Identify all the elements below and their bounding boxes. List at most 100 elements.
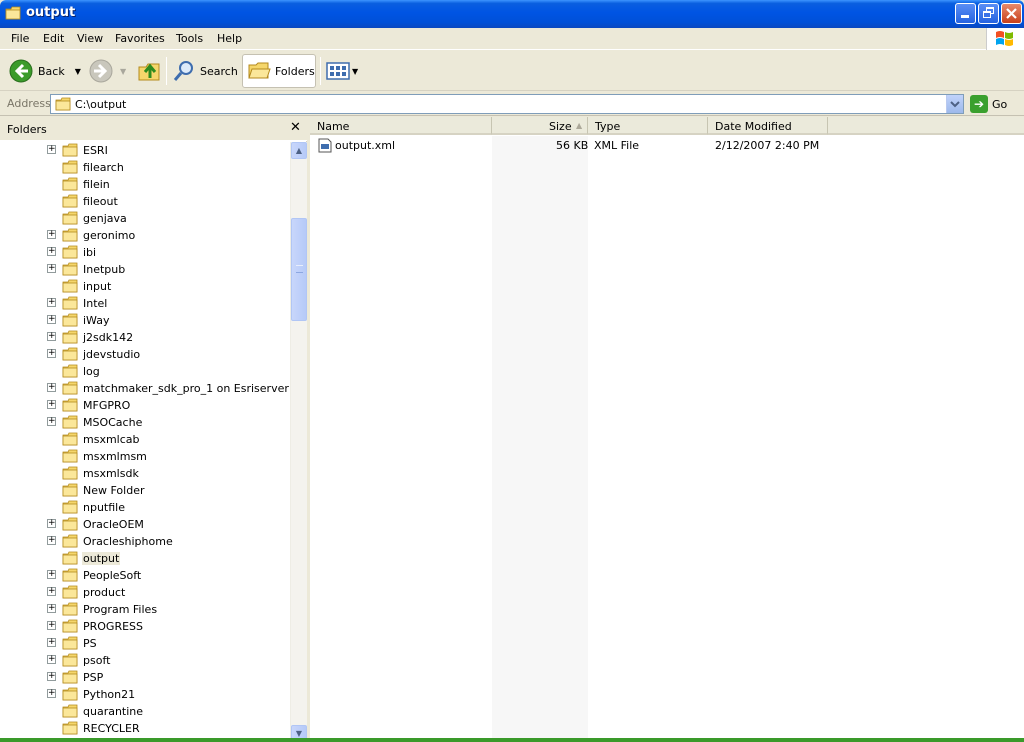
forward-dropdown-icon[interactable]: ▼: [120, 67, 126, 76]
tree-item[interactable]: msxmlmsm: [0, 448, 290, 465]
tree-item[interactable]: New Folder: [0, 482, 290, 499]
address-input[interactable]: C:\output: [50, 94, 964, 114]
tree-item[interactable]: log: [0, 363, 290, 380]
folder-tree-scrollbar[interactable]: ▲ ▼: [290, 142, 307, 742]
expand-icon[interactable]: +: [47, 604, 56, 613]
up-folder-button[interactable]: [136, 54, 162, 88]
expand-icon[interactable]: +: [47, 400, 56, 409]
tree-item[interactable]: msxmlcab: [0, 431, 290, 448]
views-dropdown-icon[interactable]: ▼: [352, 67, 358, 76]
folder-icon: [62, 568, 78, 582]
tree-item[interactable]: + PeopleSoft: [0, 567, 290, 584]
tree-item[interactable]: + PROGRESS: [0, 618, 290, 635]
expand-icon[interactable]: +: [47, 672, 56, 681]
tree-item[interactable]: + MFGPRO: [0, 397, 290, 414]
folders-pane-close-icon[interactable]: ✕: [290, 120, 301, 135]
tree-item[interactable]: quarantine: [0, 703, 290, 720]
tree-item[interactable]: + ibi: [0, 244, 290, 261]
tree-item[interactable]: + jdevstudio: [0, 346, 290, 363]
tree-item[interactable]: filein: [0, 176, 290, 193]
column-header-name[interactable]: Name: [310, 117, 492, 135]
column-header-size[interactable]: Size ▲: [492, 117, 588, 135]
expand-icon[interactable]: +: [47, 349, 56, 358]
tree-item[interactable]: + OracleOEM: [0, 516, 290, 533]
tree-item[interactable]: + ESRI: [0, 142, 290, 159]
tree-item[interactable]: input: [0, 278, 290, 295]
back-dropdown-icon[interactable]: ▼: [75, 67, 81, 76]
tree-item[interactable]: + Program Files: [0, 601, 290, 618]
expand-icon[interactable]: +: [47, 383, 56, 392]
expand-icon[interactable]: +: [47, 230, 56, 239]
tree-item[interactable]: + product: [0, 584, 290, 601]
search-button[interactable]: Search: [172, 54, 238, 88]
expand-icon[interactable]: +: [47, 264, 56, 273]
tree-item[interactable]: fileout: [0, 193, 290, 210]
tree-item[interactable]: RECYCLER: [0, 720, 290, 737]
address-dropdown-button[interactable]: [946, 95, 963, 113]
back-button[interactable]: Back ▼: [8, 54, 81, 88]
menu-edit[interactable]: Edit: [43, 32, 64, 45]
minimize-button[interactable]: [955, 3, 976, 24]
close-icon: [1006, 8, 1017, 19]
expand-icon[interactable]: +: [47, 587, 56, 596]
tree-item-label: MSOCache: [83, 416, 143, 429]
expand-icon[interactable]: +: [47, 570, 56, 579]
tree-item[interactable]: filearch: [0, 159, 290, 176]
file-name: output.xml: [335, 139, 396, 152]
tree-item[interactable]: + MSOCache: [0, 414, 290, 431]
menu-favorites[interactable]: Favorites: [115, 32, 165, 45]
folder-icon: [62, 211, 78, 225]
tree-item-label: nputfile: [83, 501, 125, 514]
expand-icon[interactable]: +: [47, 332, 56, 341]
title-bar[interactable]: output: [0, 0, 1024, 28]
go-button[interactable]: ➔ Go: [970, 95, 1007, 113]
tree-item[interactable]: + PSP: [0, 669, 290, 686]
expand-icon[interactable]: +: [47, 145, 56, 154]
folders-button[interactable]: Folders: [242, 54, 316, 88]
tree-item-label: iWay: [83, 314, 110, 327]
menu-view[interactable]: View: [77, 32, 103, 45]
menu-tools[interactable]: Tools: [176, 32, 203, 45]
expand-icon[interactable]: +: [47, 298, 56, 307]
tree-item[interactable]: genjava: [0, 210, 290, 227]
tree-item[interactable]: + Intel: [0, 295, 290, 312]
expand-icon[interactable]: +: [47, 638, 56, 647]
tree-item-label: Python21: [83, 688, 136, 701]
folder-icon: [62, 262, 78, 276]
tree-item[interactable]: msxmlsdk: [0, 465, 290, 482]
tree-item[interactable]: + psoft: [0, 652, 290, 669]
tree-item[interactable]: + j2sdk142: [0, 329, 290, 346]
restore-button[interactable]: [978, 3, 999, 24]
close-button[interactable]: [1001, 3, 1022, 24]
forward-button[interactable]: ▼: [88, 54, 126, 88]
scroll-thumb[interactable]: [291, 218, 307, 321]
scroll-up-icon[interactable]: ▲: [291, 142, 307, 159]
tree-item[interactable]: output: [0, 550, 290, 567]
tree-item[interactable]: + Python21: [0, 686, 290, 703]
tree-item[interactable]: nputfile: [0, 499, 290, 516]
folder-icon: [5, 6, 21, 20]
column-header-type[interactable]: Type: [588, 117, 708, 135]
expand-icon[interactable]: +: [47, 417, 56, 426]
tree-item[interactable]: + geronimo: [0, 227, 290, 244]
tree-item[interactable]: + iWay: [0, 312, 290, 329]
expand-icon[interactable]: +: [47, 315, 56, 324]
tree-item[interactable]: + Inetpub: [0, 261, 290, 278]
tree-item[interactable]: + Oracleshiphome: [0, 533, 290, 550]
folder-icon: [62, 721, 78, 735]
tree-item[interactable]: + matchmaker_sdk_pro_1 on Esriserver: [0, 380, 290, 397]
expand-icon[interactable]: +: [47, 621, 56, 630]
menu-help[interactable]: Help: [217, 32, 242, 45]
menu-file[interactable]: File: [11, 32, 29, 45]
file-row[interactable]: output.xml 56 KB XML File 2/12/2007 2:40…: [310, 137, 1024, 154]
expand-icon[interactable]: +: [47, 247, 56, 256]
expand-icon[interactable]: +: [47, 536, 56, 545]
expand-icon[interactable]: +: [47, 519, 56, 528]
column-header-date-modified[interactable]: Date Modified: [708, 117, 828, 135]
tree-item-label: input: [83, 280, 112, 293]
expand-icon[interactable]: +: [47, 689, 56, 698]
tree-item[interactable]: + PS: [0, 635, 290, 652]
folder-icon: [62, 194, 78, 208]
views-button[interactable]: ▼: [326, 54, 358, 88]
expand-icon[interactable]: +: [47, 655, 56, 664]
